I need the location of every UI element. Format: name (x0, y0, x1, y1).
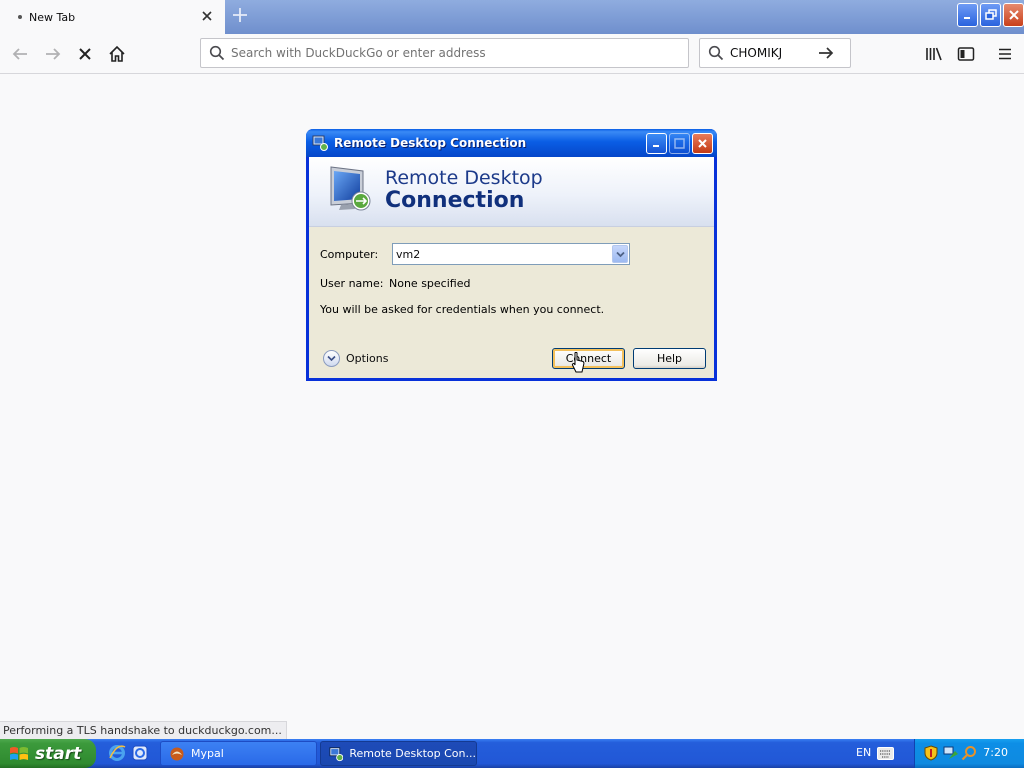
tab-new-tab[interactable]: New Tab (0, 0, 225, 34)
maximize-icon (674, 138, 685, 149)
options-label: Options (346, 352, 389, 365)
search-bar[interactable] (699, 38, 851, 68)
computer-label: Computer: (320, 248, 379, 261)
library-button[interactable] (922, 42, 946, 66)
browser-quicklaunch-icon[interactable] (131, 744, 149, 762)
chevron-down-circle-icon (323, 350, 340, 367)
system-tray: 7:20 (914, 739, 1024, 768)
close-icon (698, 139, 707, 148)
hamburger-menu-icon (999, 48, 1011, 60)
home-icon (109, 45, 125, 62)
clock: 7:20 (983, 746, 1008, 759)
search-icon (209, 45, 225, 61)
computer-value[interactable]: vm2 (396, 248, 612, 261)
taskbar-item-remote-desktop[interactable]: Remote Desktop Con... (320, 741, 477, 766)
minimize-icon (653, 145, 659, 147)
back-arrow-icon (12, 48, 27, 60)
language-indicator[interactable]: EN (856, 746, 871, 759)
search-icon (708, 45, 724, 61)
new-tab-button[interactable] (230, 7, 250, 27)
forward-button[interactable] (41, 42, 65, 66)
banner-title-line1: Remote Desktop (385, 167, 543, 189)
address-bar[interactable] (200, 38, 689, 68)
monitor-icon (330, 166, 371, 211)
stop-icon (79, 48, 91, 60)
mouse-cursor-icon (571, 352, 585, 373)
address-input[interactable] (231, 46, 671, 60)
keyboard-icon[interactable] (877, 747, 894, 760)
remote-desktop-icon (329, 746, 344, 761)
connect-button[interactable]: Connect (552, 348, 625, 369)
stop-button[interactable] (73, 42, 97, 66)
status-text: Performing a TLS handshake to duckduckgo… (0, 721, 287, 739)
chevron-down-icon (615, 251, 625, 257)
dialog-title: Remote Desktop Connection (334, 136, 527, 150)
username-value: None specified (389, 277, 471, 290)
taskbar-item-label: Remote Desktop Con... (349, 747, 476, 760)
search-input[interactable] (730, 46, 818, 60)
forward-arrow-icon (46, 48, 61, 60)
back-button[interactable] (8, 42, 32, 66)
nav-bar (0, 34, 1024, 74)
options-toggle[interactable]: Options (323, 350, 388, 367)
credentials-info-text: You will be asked for credentials when y… (320, 303, 605, 316)
go-arrow-icon[interactable] (818, 45, 834, 61)
window-close-button[interactable] (1003, 3, 1024, 27)
minimize-icon (963, 17, 970, 19)
remote-desktop-icon (312, 135, 328, 151)
start-label: start (35, 743, 82, 764)
loading-indicator-icon (18, 15, 22, 19)
library-icon (926, 47, 942, 61)
dialog-title-bar[interactable]: Remote Desktop Connection (306, 129, 717, 157)
restore-icon (984, 9, 997, 20)
close-icon[interactable] (200, 9, 214, 23)
windows-logo-icon (10, 746, 28, 760)
dialog-minimize-button[interactable] (646, 133, 667, 154)
menu-button[interactable] (993, 42, 1017, 66)
username-label: User name: (320, 277, 384, 290)
network-icon[interactable] (943, 745, 959, 761)
minimize-button[interactable] (957, 3, 978, 27)
mypal-icon (170, 747, 184, 760)
dialog-banner: Remote Desktop Connection (309, 157, 714, 227)
taskbar-item-mypal[interactable]: Mypal (160, 741, 317, 766)
dialog-maximize-button (669, 133, 690, 154)
dialog-window-controls (646, 133, 713, 154)
close-icon (1008, 10, 1019, 20)
dropdown-button[interactable] (612, 245, 628, 263)
plus-icon (233, 8, 247, 22)
restore-button[interactable] (980, 3, 1001, 27)
tab-title: New Tab (29, 10, 76, 24)
internet-explorer-icon[interactable] (108, 744, 126, 762)
sidebar-button[interactable] (954, 42, 978, 66)
home-button[interactable] (105, 42, 129, 66)
tab-strip: New Tab (0, 0, 1024, 34)
computer-combobox[interactable]: vm2 (392, 243, 630, 265)
dialog-close-button[interactable] (692, 133, 713, 154)
taskbar: start Mypal Remote Desktop Con... EN 7:2… (0, 739, 1024, 768)
banner-title-line2: Connection (385, 188, 525, 213)
taskbar-item-label: Mypal (191, 747, 224, 760)
security-shield-icon[interactable] (924, 745, 938, 761)
help-button[interactable]: Help (633, 348, 706, 369)
sidebar-icon (957, 47, 975, 61)
window-controls (957, 3, 1024, 27)
start-button[interactable]: start (0, 739, 96, 768)
remote-desktop-dialog: Remote Desktop Connection Remote Desktop… (306, 129, 717, 381)
search-tray-icon[interactable] (961, 745, 977, 761)
